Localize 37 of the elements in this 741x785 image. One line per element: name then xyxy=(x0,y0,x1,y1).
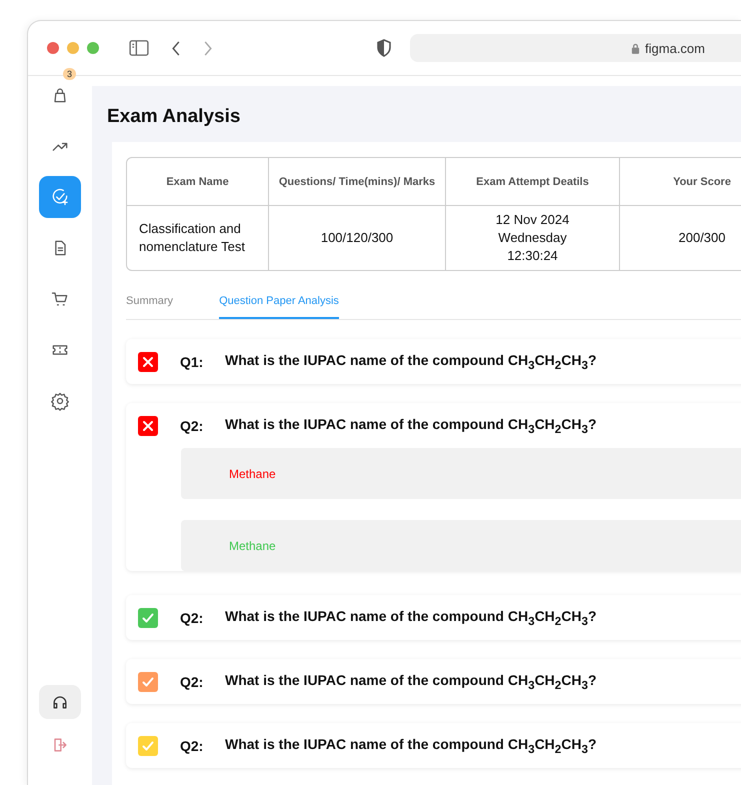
question-text: What is the IUPAC name of the compound CH$_{3}$CH$_{2}$CH$_{3}$? xyxy=(225,736,597,756)
address-bar[interactable]: figma.com xyxy=(410,34,741,62)
question-text: What is the IUPAC name of the compound CH$_{3}$CH$_{2}$CH$_{3}$? xyxy=(225,608,597,628)
column-header: Exam Attempt Deatils xyxy=(446,158,620,206)
question-card[interactable]: Q2: What is the IUPAC name of the compound CH$_{3}$CH$_{2}$CH$_{3}$? Methane Methane xyxy=(126,403,741,571)
question-card[interactable]: Q2: What is the IUPAC name of the compound CH$_{3}$CH$_{2}$CH$_{3}$? xyxy=(126,595,741,640)
shield-icon[interactable] xyxy=(376,39,392,57)
column-header: Your Score xyxy=(620,158,741,206)
question-number: Q2: xyxy=(180,738,204,754)
question-text: What is the IUPAC name of the compound CH$_{3}$CH$_{2}$CH$_{3}$? xyxy=(225,672,597,692)
table-cell: 200/300 xyxy=(620,206,741,270)
question-card[interactable]: Q1: What is the IUPAC name of the compound CH$_{3}$CH$_{2}$CH$_{3}$? xyxy=(126,339,741,384)
lock-icon xyxy=(631,42,640,54)
question-number: Q2: xyxy=(180,674,204,690)
answer-text: Methane xyxy=(229,466,276,480)
address-text: figma.com xyxy=(645,40,705,56)
page-title: Exam Analysis xyxy=(107,106,242,128)
question-number: Q2: xyxy=(180,418,204,434)
table-cell: Classification and nomenclature Test xyxy=(127,206,269,270)
back-icon[interactable] xyxy=(171,40,181,56)
tab[interactable]: Summary xyxy=(126,283,174,319)
question-number: Q2: xyxy=(180,610,204,626)
notification-badge: 3 xyxy=(62,68,76,80)
question-card[interactable]: Q2: What is the IUPAC name of the compound CH$_{3}$CH$_{2}$CH$_{3}$? xyxy=(126,659,741,704)
question-text: What is the IUPAC name of the compound CH$_{3}$CH$_{2}$CH$_{3}$? xyxy=(225,352,597,372)
close-button[interactable] xyxy=(47,42,59,54)
table-cell: 12 Nov 2024 Wednesday 12:30:24 xyxy=(446,206,620,270)
answer-text: Methane xyxy=(229,538,276,552)
sidebar-item[interactable] xyxy=(39,685,81,719)
column-header: Questions/ Time(mins)/ Marks xyxy=(269,158,446,206)
question-card[interactable]: Q2: What is the IUPAC name of the compound CH$_{3}$CH$_{2}$CH$_{3}$? xyxy=(126,723,741,768)
sidebar-toggle-icon[interactable] xyxy=(129,40,149,56)
question-text: What is the IUPAC name of the compound CH$_{3}$CH$_{2}$CH$_{3}$? xyxy=(225,416,597,436)
column-header: Exam Name xyxy=(127,158,269,206)
question-number: Q1: xyxy=(180,354,204,370)
table-cell: 100/120/300 xyxy=(269,206,446,270)
settings-icon xyxy=(50,391,70,411)
